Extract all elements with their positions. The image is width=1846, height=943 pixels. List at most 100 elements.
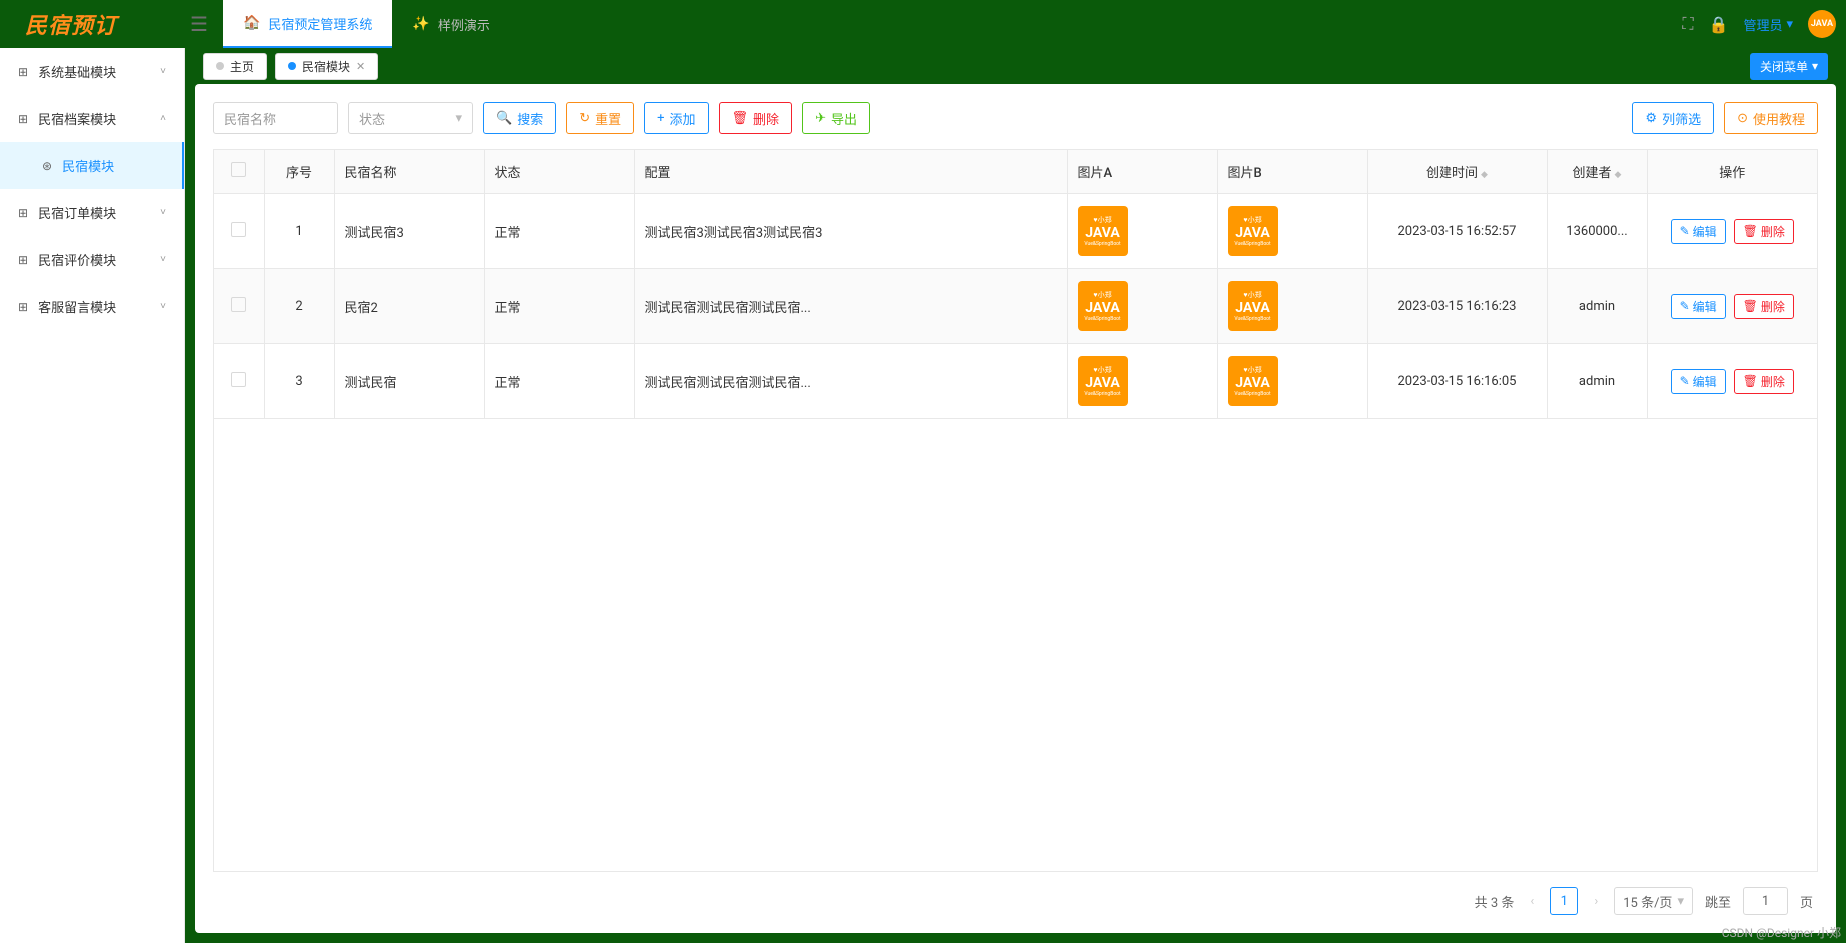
- status-select[interactable]: 状态 ▾: [348, 102, 473, 134]
- thumbnail[interactable]: ♥小郑JAVAVue&SpringBoot: [1228, 356, 1278, 406]
- avatar[interactable]: JAVA: [1808, 10, 1836, 38]
- row-checkbox[interactable]: [231, 222, 246, 237]
- top-tab-system[interactable]: 🏠 民宿预定管理系统: [223, 0, 392, 48]
- row-delete-button[interactable]: 🗑删除: [1734, 294, 1794, 319]
- export-icon: ✈: [815, 111, 826, 126]
- cell-imgB: ♥小郑JAVAVue&SpringBoot: [1217, 269, 1367, 344]
- menu-toggle-icon[interactable]: ☰: [175, 12, 223, 36]
- edit-icon: ✎: [1680, 374, 1690, 388]
- trash-icon: 🗑: [1743, 224, 1758, 238]
- table-row: 2 民宿2 正常 测试民宿测试民宿测试民宿... ♥小郑JAVAVue&Spri…: [214, 269, 1817, 344]
- col-creator[interactable]: 创建者◆: [1547, 150, 1647, 194]
- cell-seq: 2: [264, 269, 334, 344]
- tutorial-button[interactable]: ⊙使用教程: [1724, 102, 1818, 134]
- page-tab-minsu[interactable]: 民宿模块 ✕: [275, 53, 378, 80]
- thumbnail[interactable]: ♥小郑JAVAVue&SpringBoot: [1078, 356, 1128, 406]
- top-tabs: 🏠 民宿预定管理系统 ✨ 样例演示: [223, 0, 510, 48]
- cell-creator: 1360000...: [1547, 194, 1647, 269]
- page-number[interactable]: 1: [1550, 887, 1578, 915]
- add-button[interactable]: +添加: [644, 102, 708, 134]
- sidebar-item-2[interactable]: ⊛民宿模块: [0, 142, 184, 189]
- sidebar-item-5[interactable]: ⊞客服留言模块˅: [0, 283, 184, 330]
- cell-created: 2023-03-15 16:16:23: [1367, 269, 1547, 344]
- jump-input[interactable]: 1: [1743, 887, 1788, 915]
- cell-name: 民宿2: [334, 269, 484, 344]
- cell-created: 2023-03-15 16:52:57: [1367, 194, 1547, 269]
- user-menu[interactable]: 管理员 ▾: [1743, 15, 1793, 34]
- edit-button[interactable]: ✎编辑: [1671, 369, 1726, 394]
- search-icon: 🔍: [496, 111, 512, 126]
- menu-icon: ⊞: [18, 112, 28, 126]
- search-button[interactable]: 🔍搜索: [483, 102, 556, 134]
- row-checkbox[interactable]: [231, 372, 246, 387]
- gear-icon: ⚙: [1645, 111, 1657, 126]
- export-button[interactable]: ✈导出: [802, 102, 870, 134]
- page-tab-home[interactable]: 主页: [203, 53, 267, 80]
- edit-button[interactable]: ✎编辑: [1671, 219, 1726, 244]
- sidebar-item-0[interactable]: ⊞系统基础模块˅: [0, 48, 184, 95]
- cell-imgB: ♥小郑JAVAVue&SpringBoot: [1217, 194, 1367, 269]
- watermark: CSDN @Designer 小郑: [1722, 924, 1841, 941]
- page-size-select[interactable]: 15 条/页 ▾: [1614, 887, 1693, 915]
- thumbnail[interactable]: ♥小郑JAVAVue&SpringBoot: [1228, 206, 1278, 256]
- page-tab-bar: 主页 民宿模块 ✕ 关闭菜单 ▾: [195, 48, 1836, 84]
- chevron-down-icon: ▾: [455, 111, 462, 126]
- cell-created: 2023-03-15 16:16:05: [1367, 344, 1547, 419]
- row-delete-button[interactable]: 🗑删除: [1734, 369, 1794, 394]
- close-icon[interactable]: ✕: [356, 60, 365, 73]
- trash-icon: 🗑: [1743, 374, 1758, 388]
- col-imgB: 图片B: [1217, 150, 1367, 194]
- trash-icon: 🗑: [732, 111, 749, 126]
- chevron-icon: ˅: [160, 207, 166, 218]
- page-tab-label: 主页: [230, 58, 254, 75]
- next-page-icon[interactable]: ›: [1590, 894, 1602, 909]
- thumbnail[interactable]: ♥小郑JAVAVue&SpringBoot: [1078, 206, 1128, 256]
- jump-label: 跳至: [1705, 892, 1731, 911]
- sidebar-item-4[interactable]: ⊞民宿评价模块˅: [0, 236, 184, 283]
- sidebar-item-1[interactable]: ⊞民宿档案模块˄: [0, 95, 184, 142]
- cell-config: 测试民宿测试民宿测试民宿...: [634, 344, 1067, 419]
- menu-icon: ⊞: [18, 206, 28, 220]
- cell-imgB: ♥小郑JAVAVue&SpringBoot: [1217, 344, 1367, 419]
- fullscreen-icon[interactable]: ⛶: [1682, 14, 1693, 34]
- chevron-down-icon: ▾: [1677, 894, 1684, 909]
- home-icon: 🏠: [243, 15, 260, 31]
- lock-icon[interactable]: 🔒: [1709, 15, 1729, 34]
- chevron-down-icon: ▾: [1786, 17, 1793, 32]
- chevron-icon: ˅: [160, 254, 166, 265]
- prev-page-icon[interactable]: ‹: [1526, 894, 1538, 909]
- pagination: 共 3 条 ‹ 1 › 15 条/页 ▾ 跳至 1 页: [213, 872, 1818, 915]
- close-menu-button[interactable]: 关闭菜单 ▾: [1750, 53, 1828, 80]
- thumbnail[interactable]: ♥小郑JAVAVue&SpringBoot: [1078, 281, 1128, 331]
- sidebar-item-label: 系统基础模块: [38, 62, 116, 81]
- delete-button[interactable]: 🗑删除: [719, 102, 793, 134]
- top-tab-demo[interactable]: ✨ 样例演示: [392, 0, 509, 48]
- cell-config: 测试民宿测试民宿测试民宿...: [634, 269, 1067, 344]
- col-imgA: 图片A: [1067, 150, 1217, 194]
- select-all-checkbox[interactable]: [231, 162, 246, 177]
- jump-suffix: 页: [1800, 892, 1813, 911]
- sort-icon: ◆: [1615, 170, 1622, 180]
- chevron-icon: ˄: [160, 113, 166, 124]
- top-tab-label: 民宿预定管理系统: [268, 14, 372, 33]
- chevron-icon: ˅: [160, 66, 166, 77]
- column-filter-button[interactable]: ⚙列筛选: [1632, 102, 1714, 134]
- col-created[interactable]: 创建时间◆: [1367, 150, 1547, 194]
- table-row: 3 测试民宿 正常 测试民宿测试民宿测试民宿... ♥小郑JAVAVue&Spr…: [214, 344, 1817, 419]
- cell-creator: admin: [1547, 269, 1647, 344]
- book-icon: ⊙: [1737, 111, 1748, 126]
- row-delete-button[interactable]: 🗑删除: [1734, 219, 1794, 244]
- thumbnail[interactable]: ♥小郑JAVAVue&SpringBoot: [1228, 281, 1278, 331]
- col-status: 状态: [484, 150, 634, 194]
- toolbar: 民宿名称 状态 ▾ 🔍搜索 ↻重置 +添加 🗑删除 ✈导出 ⚙列筛选 ⊙使用教程: [213, 102, 1818, 134]
- plus-icon: +: [657, 111, 664, 126]
- cell-name: 测试民宿: [334, 344, 484, 419]
- row-checkbox[interactable]: [231, 297, 246, 312]
- cell-imgA: ♥小郑JAVAVue&SpringBoot: [1067, 269, 1217, 344]
- reset-button[interactable]: ↻重置: [566, 102, 634, 134]
- edit-icon: ✎: [1680, 299, 1690, 313]
- cell-imgA: ♥小郑JAVAVue&SpringBoot: [1067, 194, 1217, 269]
- name-input[interactable]: 民宿名称: [213, 102, 338, 134]
- sidebar-item-3[interactable]: ⊞民宿订单模块˅: [0, 189, 184, 236]
- edit-button[interactable]: ✎编辑: [1671, 294, 1726, 319]
